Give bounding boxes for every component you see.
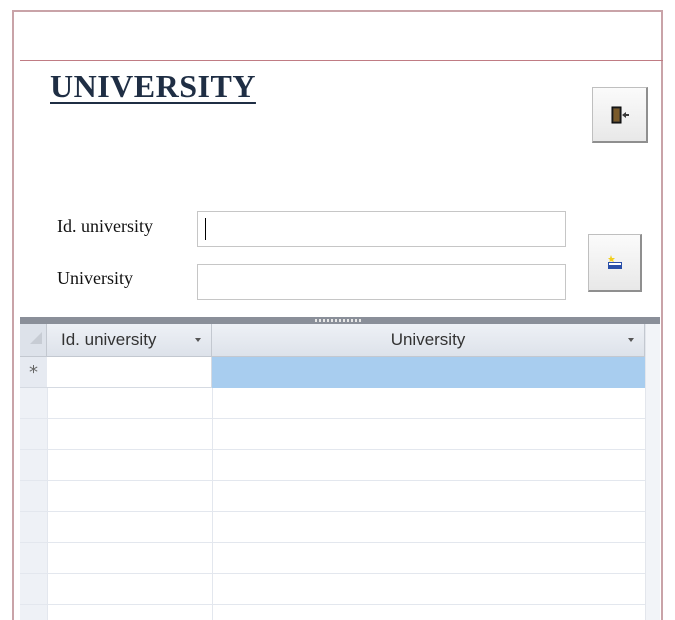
new-record-icon xyxy=(607,254,622,269)
column-header-university[interactable]: University xyxy=(212,324,645,357)
chevron-down-icon[interactable] xyxy=(195,338,201,342)
select-all-corner[interactable] xyxy=(20,324,47,357)
grid-column-divider xyxy=(47,388,48,620)
grid-column-divider xyxy=(212,388,213,620)
chevron-down-icon[interactable] xyxy=(628,338,634,342)
datasheet-scroll-strip[interactable] xyxy=(645,324,660,620)
splitter-grip[interactable] xyxy=(315,319,363,322)
id-university-label: Id. university xyxy=(57,216,153,236)
new-row-selector[interactable]: * xyxy=(20,357,47,388)
new-row-cell-id-university[interactable] xyxy=(47,357,212,388)
column-header-label: Id. university xyxy=(61,330,157,349)
datasheet-grid: Id. university University * xyxy=(20,324,660,620)
column-header-id-university[interactable]: Id. university xyxy=(47,324,212,357)
header-divider xyxy=(20,60,663,61)
university-label: University xyxy=(57,268,133,288)
id-university-input[interactable] xyxy=(197,211,566,247)
new-record-button[interactable] xyxy=(588,234,642,292)
select-all-triangle-icon xyxy=(30,332,42,344)
form-title: UNIVERSITY xyxy=(50,68,256,104)
new-row-cell-university[interactable] xyxy=(212,357,645,388)
text-caret xyxy=(205,218,206,240)
empty-grid-rows xyxy=(20,388,645,620)
column-header-label: University xyxy=(390,330,466,349)
exit-button[interactable] xyxy=(592,87,648,143)
university-input[interactable] xyxy=(197,264,566,300)
exit-door-icon xyxy=(611,106,629,123)
